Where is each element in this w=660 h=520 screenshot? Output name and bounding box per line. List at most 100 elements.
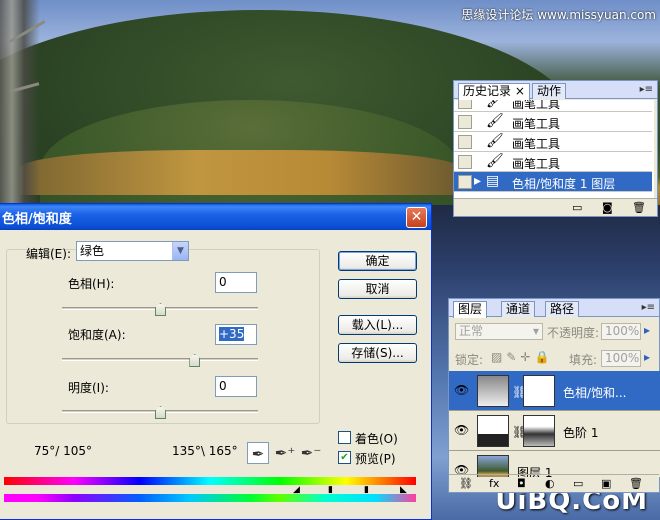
snapshot-camera-icon[interactable]: ◙ bbox=[602, 201, 613, 214]
layer-mask-thumbnail bbox=[523, 375, 555, 407]
tab-channels[interactable]: 通道 bbox=[501, 301, 536, 317]
chevron-down-icon[interactable]: ▼ bbox=[172, 242, 188, 260]
tab-paths[interactable]: 路径 bbox=[545, 301, 580, 317]
meadow bbox=[20, 150, 460, 195]
history-snapshot-box[interactable] bbox=[458, 155, 472, 169]
history-item[interactable]: 🖌 画笔工具 bbox=[454, 152, 652, 172]
new-group-icon[interactable]: ▭ bbox=[573, 477, 583, 490]
lightness-input[interactable]: 0 bbox=[215, 376, 257, 397]
history-item[interactable]: 🖌 画笔工具 bbox=[454, 132, 652, 152]
adjustment-layer-icon[interactable]: ◐ bbox=[545, 477, 555, 490]
history-list: 🖌 画笔工具 🖌 画笔工具 🖌 画笔工具 🖌 画笔工具 ▸ ▤ 色相/饱和度 1… bbox=[454, 100, 654, 198]
fill-input[interactable]: 100% bbox=[601, 350, 641, 367]
output-color-bar bbox=[4, 494, 416, 502]
saturation-label: 饱和度(A): bbox=[68, 328, 126, 342]
history-state-arrow-icon: ▸ bbox=[474, 173, 482, 189]
lock-icons[interactable]: ▨✎✛🔒 bbox=[491, 350, 553, 364]
history-snapshot-box[interactable] bbox=[458, 135, 472, 149]
watermark-top: 思缘设计论坛 www.missyuan.com bbox=[461, 8, 656, 22]
adjustment-layer-icon: ▤ bbox=[486, 173, 500, 189]
range-slider-left[interactable]: ▮ bbox=[328, 485, 333, 495]
history-panel: 历史记录 × 动作 ▸≡ 🖌 画笔工具 🖌 画笔工具 🖌 画笔工具 🖌 画笔工具… bbox=[453, 80, 658, 217]
opacity-arrow-icon[interactable]: ▸ bbox=[644, 323, 650, 337]
blend-mode-select[interactable]: 正常 ▾ bbox=[455, 323, 543, 340]
history-snapshot-box[interactable] bbox=[458, 100, 472, 109]
panel-menu-icon[interactable]: ▸≡ bbox=[642, 302, 655, 313]
panel-menu-icon[interactable]: ▸≡ bbox=[640, 84, 653, 95]
save-button[interactable]: 存储(S)... bbox=[338, 343, 417, 363]
layer-name: 色阶 1 bbox=[563, 426, 599, 440]
lock-label: 锁定: bbox=[455, 353, 484, 367]
history-snapshot-box[interactable] bbox=[458, 115, 472, 129]
eye-icon[interactable]: 👁 bbox=[454, 423, 469, 437]
range-slider-right[interactable]: ▮ bbox=[364, 485, 369, 495]
brush-icon: 🖌 bbox=[486, 113, 504, 129]
colorize-label: 着色(O) bbox=[355, 432, 398, 446]
colorize-checkbox[interactable] bbox=[338, 431, 351, 444]
edit-label: 编辑(E): bbox=[26, 247, 71, 261]
new-document-icon[interactable]: ▭ bbox=[572, 201, 582, 214]
opacity-input[interactable]: 100% bbox=[601, 323, 641, 340]
layers-footer: ⛓ fx ◘ ◐ ▭ ▣ 🗑 bbox=[449, 474, 659, 492]
layer-row-levels[interactable]: 👁 ⛓ 色阶 1 bbox=[449, 411, 660, 451]
tab-history[interactable]: 历史记录 × bbox=[458, 83, 530, 100]
add-mask-icon[interactable]: ◘ bbox=[517, 477, 526, 490]
range-marker-left[interactable]: ◢ bbox=[293, 485, 300, 495]
layer-row-hue-saturation[interactable]: 👁 ⛓ 色相/饱和... bbox=[449, 371, 660, 411]
range-right-readout: 135°\ 165° bbox=[172, 444, 238, 458]
brush-icon: 🖌 bbox=[486, 133, 504, 149]
brush-icon: 🖌 bbox=[486, 153, 504, 169]
layer-style-icon[interactable]: fx bbox=[489, 477, 499, 490]
ok-button[interactable]: 确定 bbox=[338, 251, 417, 271]
hue-input[interactable]: 0 bbox=[215, 272, 257, 293]
layers-panel: 图层 通道 路径 ▸≡ 正常 ▾ 不透明度: 100% ▸ 锁定: ▨✎✛🔒 填充… bbox=[448, 298, 660, 493]
preview-label: 预览(P) bbox=[355, 452, 396, 466]
hue-label: 色相(H): bbox=[68, 277, 115, 291]
link-layers-icon[interactable]: ⛓ bbox=[459, 477, 473, 490]
dialog-title-bar[interactable]: 色相/饱和度 bbox=[0, 204, 431, 230]
lightness-label: 明度(I): bbox=[68, 381, 109, 395]
history-item[interactable]: 🖌 画笔工具 bbox=[454, 112, 652, 132]
layers-panel-tabs: 图层 通道 路径 ▸≡ bbox=[449, 299, 659, 318]
history-snapshot-box[interactable] bbox=[458, 175, 472, 189]
saturation-input[interactable]: +35 bbox=[215, 324, 257, 345]
trash-icon[interactable]: 🗑 bbox=[629, 477, 643, 490]
fill-arrow-icon[interactable]: ▸ bbox=[644, 350, 650, 364]
dialog-title: 色相/饱和度 bbox=[2, 211, 72, 227]
brush-icon: 🖌 bbox=[486, 100, 504, 109]
range-left-readout: 75°/ 105° bbox=[34, 444, 93, 458]
eyedropper-plus-icon[interactable]: ✒⁺ bbox=[274, 442, 296, 464]
cancel-button[interactable]: 取消 bbox=[338, 279, 417, 299]
new-layer-icon[interactable]: ▣ bbox=[601, 477, 611, 490]
tab-layers[interactable]: 图层 bbox=[453, 301, 488, 318]
history-footer: ▭ ◙ 🗑 bbox=[454, 198, 657, 216]
history-item[interactable]: 🖌 画笔工具 bbox=[454, 100, 652, 112]
adjustment-group bbox=[6, 249, 320, 424]
history-panel-tabs: 历史记录 × 动作 ▸≡ bbox=[454, 81, 657, 100]
edit-channel-select[interactable]: 绿色 ▼ bbox=[76, 241, 189, 261]
range-marker-right[interactable]: ◣ bbox=[400, 485, 407, 495]
load-button[interactable]: 载入(L)... bbox=[338, 315, 417, 335]
history-item-label: 画笔工具 bbox=[512, 137, 561, 151]
hue-saturation-dialog: 色相/饱和度 ✕ 编辑(E): 绿色 ▼ 色相(H): 0 饱和度(A): +3… bbox=[0, 203, 432, 520]
preview-checkbox[interactable]: ✔ bbox=[338, 451, 351, 464]
levels-thumbnail bbox=[477, 415, 509, 447]
history-item-label: 画笔工具 bbox=[512, 100, 561, 111]
input-color-bar bbox=[4, 477, 416, 485]
history-item-label: 画笔工具 bbox=[512, 157, 561, 171]
eye-icon[interactable]: 👁 bbox=[454, 383, 469, 397]
saturation-slider-track[interactable] bbox=[62, 358, 258, 361]
layer-mask-thumbnail bbox=[523, 415, 555, 447]
close-icon[interactable]: ✕ bbox=[406, 207, 427, 228]
layers-list: 👁 ⛓ 色相/饱和... 👁 ⛓ 色阶 1 👁 图层 1 bbox=[449, 371, 660, 477]
tab-actions[interactable]: 动作 bbox=[532, 83, 567, 99]
trash-icon[interactable]: 🗑 bbox=[632, 201, 646, 214]
adjustment-thumbnail bbox=[477, 375, 509, 407]
history-item-selected[interactable]: ▸ ▤ 色相/饱和度 1 图层 bbox=[454, 172, 652, 192]
eyedropper-minus-icon[interactable]: ✒⁻ bbox=[300, 442, 322, 464]
opacity-label: 不透明度: bbox=[547, 326, 600, 340]
layer-name: 色相/饱和... bbox=[563, 386, 627, 400]
eyedropper-icon[interactable]: ✒ bbox=[247, 442, 269, 464]
history-item-label: 画笔工具 bbox=[512, 117, 561, 131]
fill-label: 填充: bbox=[569, 353, 598, 367]
